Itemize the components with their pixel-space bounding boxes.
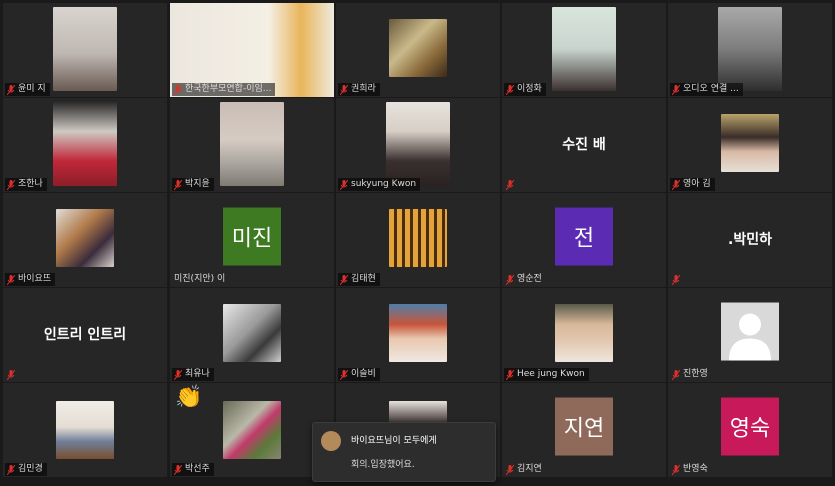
mic-muted-icon (340, 369, 348, 380)
mic-muted-icon (7, 84, 15, 95)
mic-muted-icon (506, 84, 514, 95)
participant-avatar: 전 (555, 207, 613, 266)
participant-tile[interactable]: 오디오 연결 ... (668, 3, 832, 97)
participant-name: 조한나 (18, 179, 43, 189)
chat-notification-toast[interactable]: 바이요뜨님이 모두에게 회의.입장했어요. (312, 422, 496, 482)
mic-muted-icon (174, 84, 182, 95)
participant-name: 이정화 (517, 84, 542, 94)
participant-video (718, 7, 782, 91)
mic-muted-icon (672, 274, 680, 285)
participant-name: 반영숙 (683, 464, 708, 474)
participant-name: 김지연 (517, 464, 542, 474)
participant-video (721, 114, 779, 172)
participant-avatar: 지연 (555, 397, 613, 456)
participant-tile[interactable]: 바이요뜨 (3, 193, 167, 287)
participant-tile[interactable]: 영아 김 (668, 98, 832, 192)
participant-tile[interactable]: 조한나 (3, 98, 167, 192)
sender-avatar (321, 431, 341, 451)
mic-muted-icon (506, 464, 514, 475)
participant-video (389, 304, 447, 362)
mic-muted-icon (672, 369, 680, 380)
participant-tile[interactable]: 수진 배 (502, 98, 666, 192)
participant-tile[interactable]: 미진 미진(지안) 이 (170, 193, 334, 287)
participant-video (53, 102, 117, 186)
participant-name: sukyung Kwon (351, 179, 417, 189)
participant-name: Hee jung Kwon (517, 369, 585, 379)
participant-video (223, 401, 281, 459)
mic-muted-icon (7, 369, 15, 380)
participant-tile[interactable]: 권희라 (336, 3, 500, 97)
mic-muted-icon (672, 179, 680, 190)
mic-muted-icon (174, 179, 182, 190)
participant-video (552, 7, 616, 91)
participant-name: 영순전 (517, 274, 542, 284)
participant-name: 박선주 (185, 464, 210, 474)
participant-tile[interactable]: 전 영순전 (502, 193, 666, 287)
mic-muted-icon (672, 464, 680, 475)
participant-tile[interactable]: 이정화 (502, 3, 666, 97)
participant-name: 김민경 (18, 464, 43, 474)
mic-muted-icon (7, 274, 15, 285)
participant-video (223, 304, 281, 362)
participant-tile[interactable]: sukyung Kwon (336, 98, 500, 192)
participant-tile[interactable]: 윤미 지 (3, 3, 167, 97)
default-avatar-icon (721, 302, 779, 361)
participant-tile[interactable]: 영숙 반영숙 (668, 383, 832, 477)
mic-muted-icon (672, 84, 680, 95)
participant-name: 윤미 지 (18, 84, 46, 94)
participant-name: 김태현 (351, 274, 376, 284)
participant-video (56, 209, 114, 267)
participant-video (389, 209, 447, 267)
participant-video (220, 102, 284, 186)
participant-tile[interactable]: 박지윤 (170, 98, 334, 192)
participant-name: 미진(지안) 이 (174, 274, 226, 284)
participant-name: 한국한부모연합-이임... (185, 84, 272, 94)
participant-avatar: 영숙 (721, 397, 779, 456)
participant-tile[interactable]: 지연 김지연 (502, 383, 666, 477)
mic-muted-icon (7, 179, 15, 190)
participant-tile[interactable]: 이슬비 (336, 288, 500, 382)
participant-name: 바이요뜨 (18, 274, 52, 284)
participant-tile[interactable]: 김민경 (3, 383, 167, 477)
participant-video (386, 102, 450, 186)
toast-message: 회의.입장했어요. (351, 460, 415, 470)
participant-name: 진한영 (683, 369, 708, 379)
mic-muted-icon (174, 464, 182, 475)
participant-name: 권희라 (351, 84, 376, 94)
gallery-view: 윤미 지 한국한부모연합-이임... 권희라 이정화 오디오 연결 ... 조한… (0, 0, 835, 486)
participant-video (555, 304, 613, 362)
participant-display-name: 수진 배 (562, 137, 606, 153)
participant-display-name: 인트리 인트리 (43, 327, 127, 343)
participant-name: 최유나 (185, 369, 210, 379)
participant-tile[interactable]: 진한영 (668, 288, 832, 382)
mic-muted-icon (340, 179, 348, 190)
participant-tile[interactable]: 최유나 (170, 288, 334, 382)
mic-muted-icon (506, 369, 514, 380)
mic-muted-icon (340, 84, 348, 95)
mic-muted-icon (506, 179, 514, 190)
participant-tile[interactable]: 인트리 인트리 (3, 288, 167, 382)
participant-tile[interactable]: 김태현 (336, 193, 500, 287)
clap-reaction-icon: 👏 (175, 385, 203, 410)
mic-muted-icon (174, 369, 182, 380)
participant-name: 이슬비 (351, 369, 376, 379)
participant-name: 박지윤 (185, 179, 210, 189)
participant-name: 오디오 연결 ... (683, 84, 739, 94)
mic-muted-icon (340, 274, 348, 285)
participant-name: 영아 김 (683, 179, 711, 189)
participant-video (56, 401, 114, 459)
participant-video (389, 19, 447, 77)
mic-muted-icon (506, 274, 514, 285)
participant-tile[interactable]: .박민하 (668, 193, 832, 287)
participant-avatar: 미진 (223, 207, 281, 266)
mic-muted-icon (7, 464, 15, 475)
participant-tile[interactable]: Hee jung Kwon (502, 288, 666, 382)
participant-video (53, 7, 117, 91)
toast-title: 바이요뜨님이 모두에게 (351, 436, 437, 446)
participant-tile[interactable]: 👏 박선주 (170, 383, 334, 477)
participant-tile[interactable]: 한국한부모연합-이임... (170, 3, 334, 97)
participant-display-name: .박민하 (728, 232, 772, 248)
